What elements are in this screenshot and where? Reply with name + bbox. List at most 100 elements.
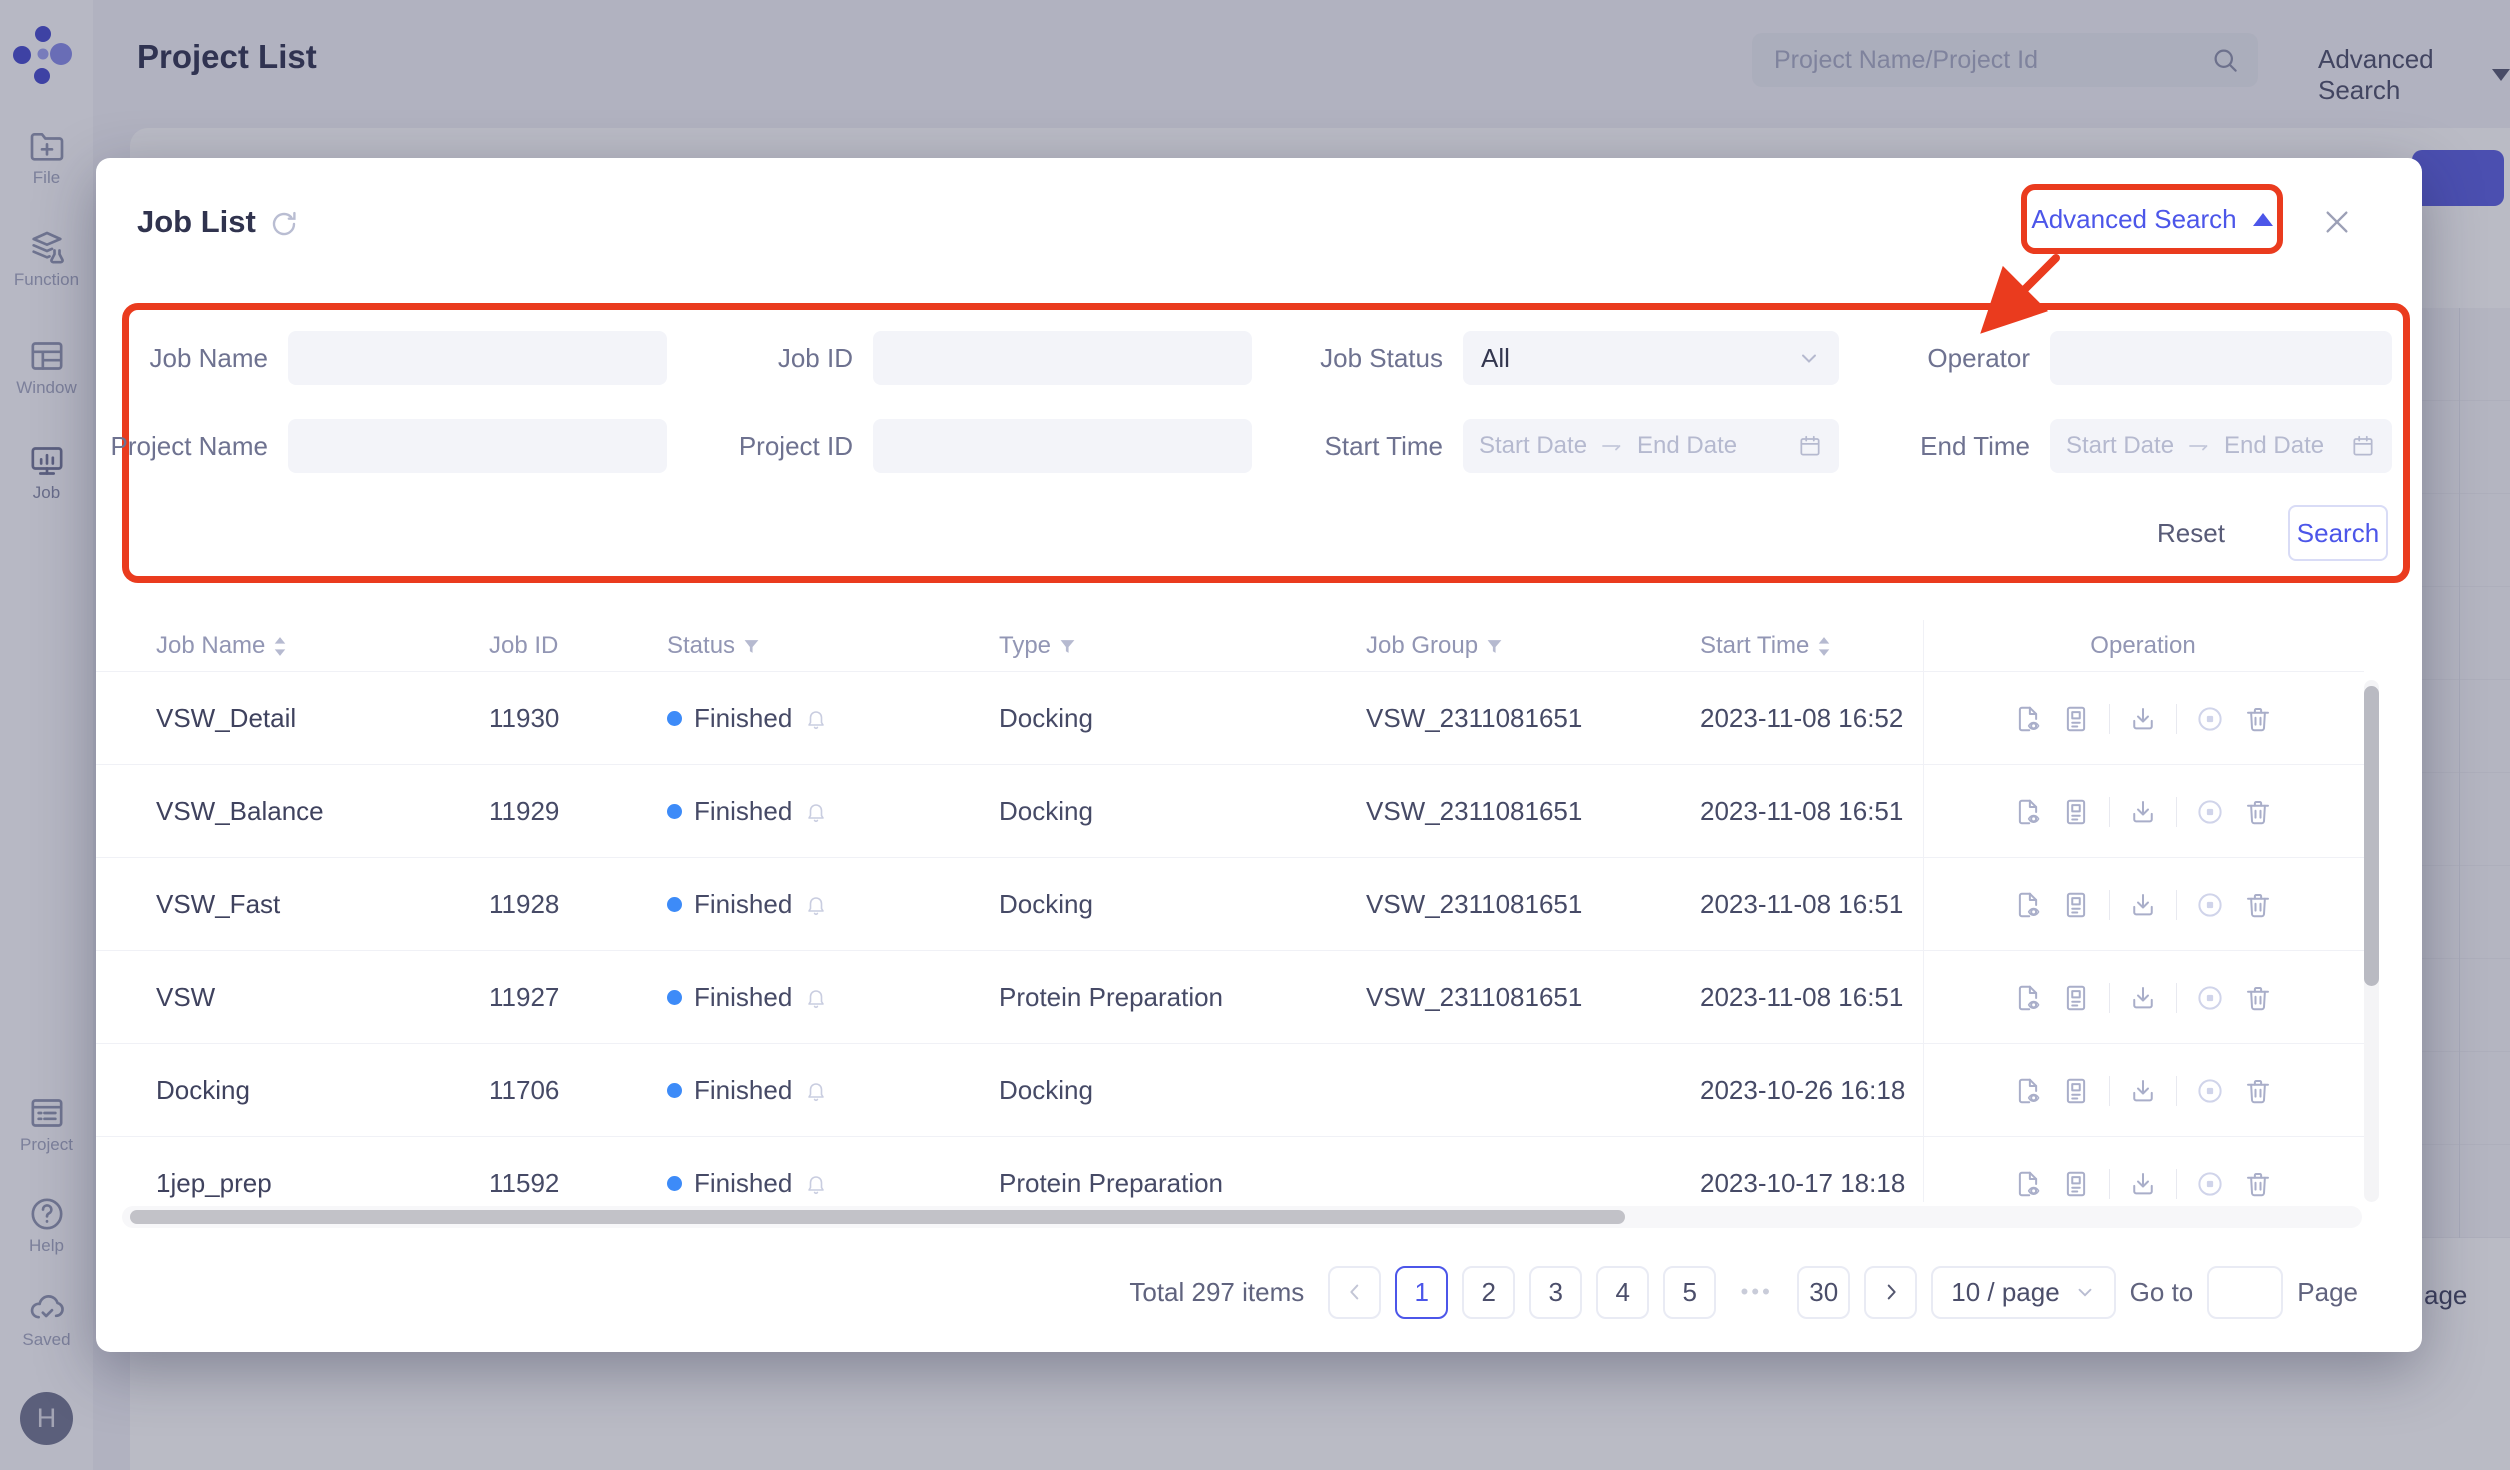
log-file-icon[interactable] [2061,983,2091,1013]
download-icon[interactable] [2128,983,2158,1013]
delete-icon[interactable] [2243,704,2273,734]
reset-button[interactable]: Reset [2157,505,2225,561]
end-time-daterange[interactable]: End Time Start Date End Date [2050,419,2392,473]
project-name-input[interactable] [288,419,667,473]
notification-bell-icon[interactable] [804,893,828,917]
job-name-label: Job Name [150,331,269,385]
sort-icon[interactable] [1817,636,1831,657]
filter-icon[interactable] [1486,638,1503,655]
page-button-5[interactable]: 5 [1663,1266,1716,1319]
log-file-icon[interactable] [2061,797,2091,827]
cell-job-id: 11592 [489,1137,559,1202]
delete-icon[interactable] [2243,1076,2273,1106]
job-status-value: All [1481,343,1797,374]
log-file-icon[interactable] [2061,704,2091,734]
cell-job-group: VSW_2311081651 [1366,672,1582,765]
log-file-icon[interactable] [2061,890,2091,920]
download-icon[interactable] [2128,890,2158,920]
stop-job-icon[interactable] [2195,797,2225,827]
page-ellipsis[interactable]: ••• [1730,1266,1783,1319]
preview-file-icon[interactable] [2013,704,2043,734]
preview-file-icon[interactable] [2013,1076,2043,1106]
horizontal-scrollbar[interactable] [122,1206,2362,1228]
notification-bell-icon[interactable] [804,1079,828,1103]
job-id-input[interactable] [873,331,1252,385]
project-name-label: Project Name [111,419,269,473]
column-header-job-id: Job ID [489,620,558,672]
column-header-job-group[interactable]: Job Group [1366,620,1503,672]
operator-input[interactable] [2050,331,2392,385]
delete-icon[interactable] [2243,1169,2273,1199]
delete-icon[interactable] [2243,797,2273,827]
project-id-input[interactable] [873,419,1252,473]
delete-icon[interactable] [2243,890,2273,920]
column-header-job-name[interactable]: Job Name [156,620,287,672]
page-button-2[interactable]: 2 [1462,1266,1515,1319]
log-file-icon[interactable] [2061,1169,2091,1199]
page-button-30[interactable]: 30 [1797,1266,1850,1319]
stop-job-icon[interactable] [2195,890,2225,920]
start-time-daterange[interactable]: Start Time Start Date End Date [1463,419,1839,473]
notification-bell-icon[interactable] [804,986,828,1010]
notification-bell-icon[interactable] [804,800,828,824]
preview-file-icon[interactable] [2013,1169,2043,1199]
close-icon[interactable] [2321,206,2353,238]
vertical-scrollbar-thumb[interactable] [2364,686,2379,986]
cell-type: Protein Preparation [999,951,1223,1044]
cell-operation [1923,951,2363,1044]
status-text: Finished [694,796,792,827]
operator-field[interactable]: Operator [2050,331,2392,385]
chevron-down-icon [1797,346,1821,370]
next-page-button[interactable] [1864,1266,1917,1319]
cell-status: Finished [667,1137,828,1202]
delete-icon[interactable] [2243,983,2273,1013]
download-icon[interactable] [2128,797,2158,827]
page-size-select[interactable]: 10 / page [1931,1266,2115,1319]
page-button-3[interactable]: 3 [1529,1266,1582,1319]
notification-bell-icon[interactable] [804,707,828,731]
stop-job-icon[interactable] [2195,704,2225,734]
page-button-4[interactable]: 4 [1596,1266,1649,1319]
job-list-modal: Job List Advanced Search Job Name Job ID… [96,158,2422,1352]
vertical-scrollbar[interactable] [2364,680,2379,1202]
stop-job-icon[interactable] [2195,1169,2225,1199]
prev-page-button[interactable] [1328,1266,1381,1319]
cell-status: Finished [667,672,828,765]
column-header-type[interactable]: Type [999,620,1076,672]
column-header-start-time[interactable]: Start Time [1700,620,1831,672]
project-name-field[interactable]: Project Name [288,419,667,473]
filter-icon[interactable] [1059,638,1076,655]
table-row: VSW_Fast 11928 Finished Docking VSW_2311… [96,858,2364,951]
job-id-field[interactable]: Job ID [873,331,1252,385]
project-id-field[interactable]: Project ID [873,419,1252,473]
cell-job-id: 11929 [489,765,559,858]
log-file-icon[interactable] [2061,1076,2091,1106]
status-text: Finished [694,982,792,1013]
column-label: Type [999,632,1051,660]
job-name-field[interactable]: Job Name [288,331,667,385]
notification-bell-icon[interactable] [804,1172,828,1196]
preview-file-icon[interactable] [2013,983,2043,1013]
cell-status: Finished [667,765,828,858]
calendar-icon [2350,433,2376,459]
start-date-placeholder: Start Date [1479,432,1587,460]
sort-icon[interactable] [273,636,287,657]
screen: File Function Window Job Project Help [0,0,2510,1470]
column-header-status[interactable]: Status [667,620,760,672]
download-icon[interactable] [2128,1076,2158,1106]
download-icon[interactable] [2128,1169,2158,1199]
preview-file-icon[interactable] [2013,797,2043,827]
horizontal-scrollbar-thumb[interactable] [130,1210,1625,1224]
preview-file-icon[interactable] [2013,890,2043,920]
download-icon[interactable] [2128,704,2158,734]
search-button[interactable]: Search [2288,505,2388,561]
stop-job-icon[interactable] [2195,983,2225,1013]
filter-icon[interactable] [743,638,760,655]
goto-page-input[interactable] [2207,1266,2283,1319]
advanced-search-toggle[interactable]: Advanced Search [2031,204,2236,235]
refresh-icon[interactable] [268,208,300,240]
job-status-select[interactable]: Job Status All [1463,331,1839,385]
page-button-1[interactable]: 1 [1395,1266,1448,1319]
stop-job-icon[interactable] [2195,1076,2225,1106]
job-name-input[interactable] [288,331,667,385]
